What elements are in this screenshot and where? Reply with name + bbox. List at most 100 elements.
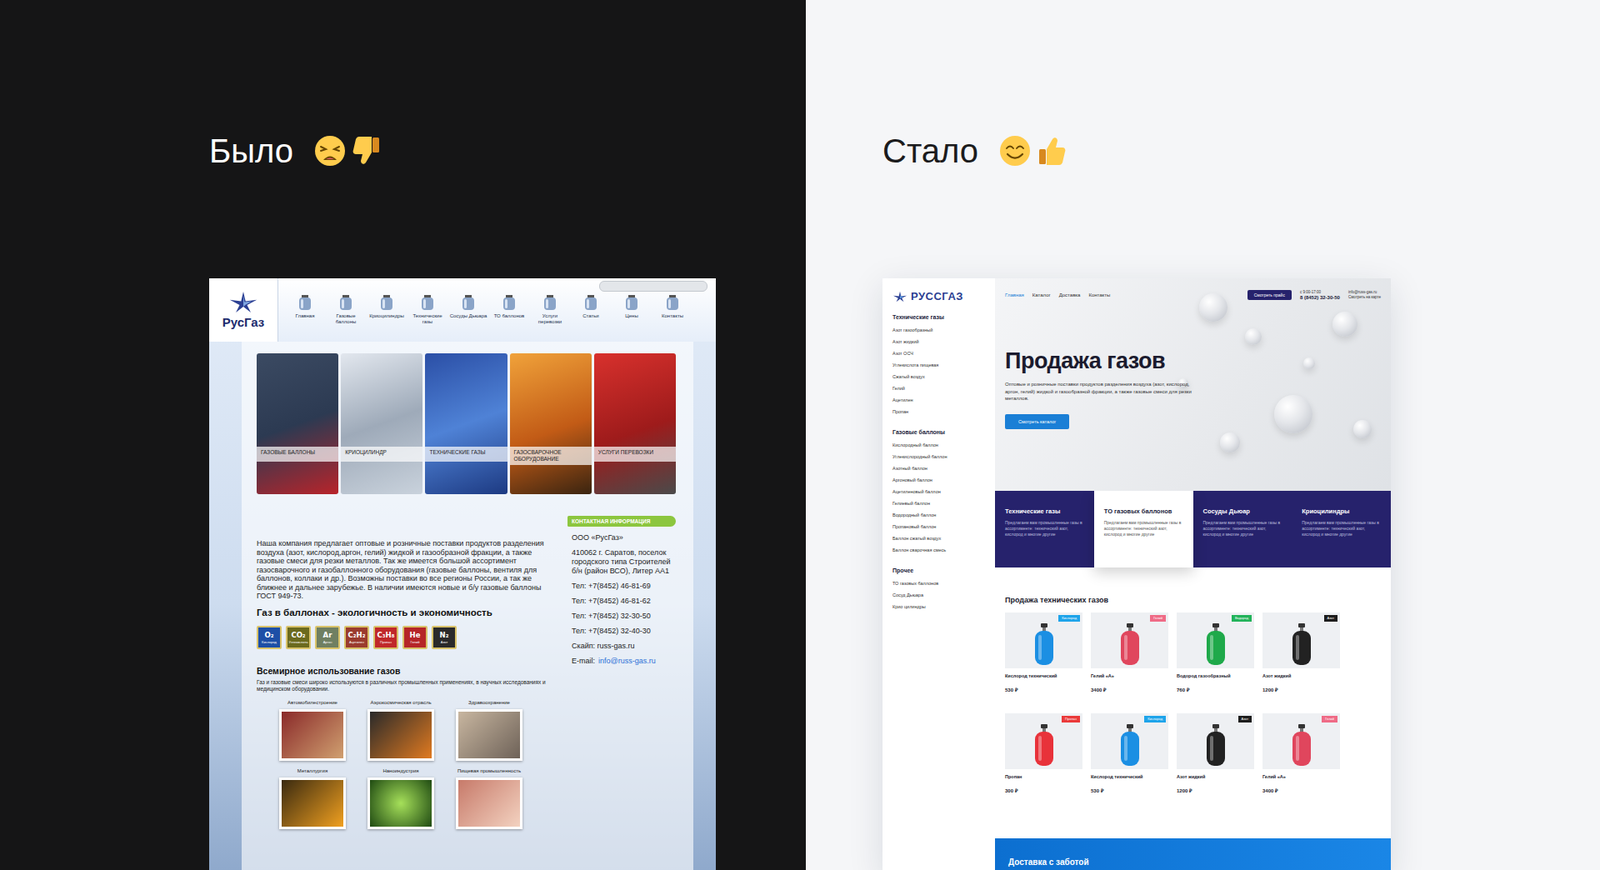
product-card[interactable]: КислородКислород технический530 ₽ bbox=[1005, 612, 1083, 705]
product-card[interactable]: АзотАзот жидкий1200 ₽ bbox=[1176, 713, 1255, 805]
usage-item[interactable]: Металлургия bbox=[276, 767, 349, 830]
product-card[interactable]: ГелийГелий «А»3400 ₽ bbox=[1262, 713, 1340, 805]
sidebar-item[interactable]: Баллон сжатый воздух bbox=[892, 532, 990, 545]
usage-photo bbox=[279, 777, 346, 830]
photo-tile[interactable]: УСЛУГИ ПЕРЕВОЗКИ bbox=[594, 353, 676, 495]
product-card[interactable]: ПропанПропан300 ₽ bbox=[1005, 713, 1083, 805]
email-link[interactable]: info@russ-gas.ru bbox=[598, 656, 656, 665]
photo-tile[interactable]: КРИОЦИЛИНДР bbox=[340, 353, 423, 495]
category-card[interactable]: ТО газовых баллоновПредлагаем вам промыш… bbox=[1094, 490, 1194, 568]
new-main: Главная Каталог Доставка Контакты Смотреть п… bbox=[995, 278, 1391, 870]
old-nav-item[interactable]: Криоцилиндры bbox=[366, 293, 407, 325]
gas-badge[interactable]: ArАргон bbox=[315, 625, 340, 650]
old-nav-item[interactable]: Сосуды Дьюара bbox=[448, 293, 489, 325]
product-price: 760 ₽ bbox=[1176, 686, 1255, 694]
product-card[interactable]: ВодородВодород газообразный760 ₽ bbox=[1176, 612, 1255, 705]
sidebar-item[interactable]: Баллон сварочная смесь bbox=[892, 544, 990, 556]
photo-tile[interactable]: ГАЗОСВАРОЧНОЕ ОБОРУДОВАНИЕ bbox=[510, 353, 592, 495]
search-field[interactable] bbox=[599, 280, 708, 292]
sidebar-group-title: Газовые баллоны bbox=[892, 429, 990, 435]
sidebar-item[interactable]: Азот газообразный bbox=[892, 324, 990, 336]
catalog-button[interactable]: Смотреть каталог bbox=[1005, 414, 1070, 430]
sidebar-item[interactable]: Кислородный баллон bbox=[892, 439, 990, 451]
usage-item[interactable]: Автомобилестроение bbox=[276, 699, 349, 761]
gas-symbol: He bbox=[410, 630, 421, 640]
gas-cylinder-icon bbox=[1117, 623, 1143, 665]
nav-item[interactable]: Контакты bbox=[1088, 292, 1110, 298]
old-nav-label: ТО баллонов bbox=[494, 313, 525, 320]
product-price: 1200 ₽ bbox=[1176, 787, 1255, 795]
email-label: E-mail: bbox=[571, 656, 595, 665]
old-nav-item[interactable]: ТО баллонов bbox=[489, 293, 530, 325]
usage-item[interactable]: Наноиндустрия bbox=[365, 767, 437, 830]
sidebar-item[interactable]: ТО газовых баллонов bbox=[892, 577, 990, 590]
sidebar-item[interactable]: Аргоновый баллон bbox=[892, 474, 990, 486]
sidebar-item[interactable]: Гелиевый баллон bbox=[892, 497, 990, 510]
product-card[interactable]: КислородКислород технический530 ₽ bbox=[1090, 713, 1169, 805]
nav-item[interactable]: Главная bbox=[1005, 292, 1025, 298]
old-nav: ГлавнаяГазовые баллоныКриоцилиндрыТехнич… bbox=[278, 293, 716, 325]
old-nav-item[interactable]: Контакты bbox=[652, 293, 693, 325]
old-nav-item[interactable]: Технические газы bbox=[407, 293, 448, 325]
sidebar-item[interactable]: Пропановый баллон bbox=[892, 520, 990, 533]
sidebar-item[interactable]: Сосуд Дьюара bbox=[892, 589, 990, 601]
usage-item[interactable]: Пищевая промышленность bbox=[453, 767, 525, 830]
gas-badge[interactable]: C₃H₈Пропан bbox=[373, 625, 399, 650]
sidebar-item[interactable]: Азот ОСЧ bbox=[892, 347, 990, 360]
old-nav-item[interactable]: Главная bbox=[285, 293, 325, 325]
sidebar-item[interactable]: Углекислота пищевая bbox=[892, 359, 990, 371]
sidebar-item[interactable]: Ацетиленовый баллон bbox=[892, 485, 990, 498]
contact-phone: Тел: +7(8452) 46-81-62 bbox=[567, 596, 676, 606]
gas-badge[interactable]: HeГелий bbox=[402, 625, 428, 650]
photo-tile[interactable]: ГАЗОВЫЕ БАЛЛОНЫ bbox=[256, 353, 339, 495]
sidebar-item[interactable]: Гелий bbox=[892, 382, 990, 395]
sidebar-item[interactable]: Водородный баллон bbox=[892, 509, 990, 521]
old-nav-item[interactable]: Газовые баллоны bbox=[325, 293, 366, 325]
category-card[interactable]: Сосуды ДьюарПредлагаем вам промышленные … bbox=[1193, 490, 1293, 568]
usage-item[interactable]: Здравоохранение bbox=[453, 699, 525, 761]
gas-badge[interactable]: O₂Кислород bbox=[256, 625, 282, 650]
before-heading: Было bbox=[209, 131, 294, 170]
map-link[interactable]: Смотреть на карте bbox=[1348, 295, 1381, 300]
sidebar-item[interactable]: Азотный баллон bbox=[892, 462, 990, 475]
gas-cylinder-icon bbox=[500, 293, 519, 312]
category-card[interactable]: Технические газыПредлагаем вам промышлен… bbox=[995, 490, 1095, 568]
sidebar-item[interactable]: Сжатый воздух bbox=[892, 370, 990, 383]
contact-email: E-mail:info@russ-gas.ru bbox=[567, 656, 676, 666]
gas-symbol: N₂ bbox=[440, 630, 450, 640]
gas-name: Углекислота bbox=[289, 640, 309, 645]
gas-badge[interactable]: C₂H₂Ацетилен bbox=[344, 625, 370, 650]
new-logo[interactable]: РУССГАЗ bbox=[892, 290, 990, 303]
product-card[interactable]: ГелийГелий «А»3400 ₽ bbox=[1090, 612, 1169, 705]
old-nav-item[interactable]: Статьи bbox=[570, 293, 611, 325]
category-card[interactable]: КриоцилиндрыПредлагаем вам промышленные … bbox=[1291, 490, 1391, 568]
old-nav-item[interactable]: Цены bbox=[611, 293, 652, 325]
sidebar-item[interactable]: Крио цилиндры bbox=[892, 600, 990, 613]
usage-label: Пищевая промышленность bbox=[457, 767, 521, 775]
sidebar-group-title: Технические газы bbox=[892, 314, 990, 320]
sidebar-item[interactable]: Углекислородный баллон bbox=[892, 450, 990, 463]
nav-item[interactable]: Доставка bbox=[1059, 292, 1081, 298]
product-card[interactable]: АзотАзот жидкий1200 ₽ bbox=[1262, 612, 1340, 705]
price-button[interactable]: Смотреть прайс bbox=[1247, 290, 1292, 300]
product-name: Гелий «А» bbox=[1262, 774, 1340, 780]
nav-item[interactable]: Каталог bbox=[1032, 292, 1051, 298]
photo-tile[interactable]: ТЕХНИЧЕСКИЕ ГАЗЫ bbox=[425, 353, 507, 495]
old-nav-item[interactable]: Услуги перевозки bbox=[530, 293, 570, 325]
old-nav-label: Технические газы bbox=[407, 313, 448, 325]
usage-item[interactable]: Аэрокосмическая отрасль bbox=[365, 699, 437, 761]
gas-name: Азот bbox=[440, 640, 448, 645]
old-logo[interactable]: РусГаз bbox=[209, 278, 279, 342]
phone[interactable]: 8 (8452) 32-30-50 bbox=[1300, 295, 1340, 300]
email[interactable]: info@russ-gas.ru bbox=[1348, 290, 1381, 295]
sidebar-item[interactable]: Азот жидкий bbox=[892, 335, 990, 348]
sidebar-item[interactable]: Пропан bbox=[892, 405, 990, 418]
bubble bbox=[1220, 432, 1240, 453]
contact-phone: Тел: +7(8452) 32-30-50 bbox=[567, 611, 676, 621]
gas-badge[interactable]: N₂Азот bbox=[431, 625, 457, 650]
product-badge: Гелий bbox=[1150, 615, 1166, 622]
gas-symbol: C₂H₂ bbox=[348, 630, 366, 640]
sidebar-item[interactable]: Ацетилен bbox=[892, 394, 990, 406]
thumbs-down-icon bbox=[350, 134, 384, 168]
gas-badge[interactable]: CO₂Углекислота bbox=[285, 625, 311, 650]
